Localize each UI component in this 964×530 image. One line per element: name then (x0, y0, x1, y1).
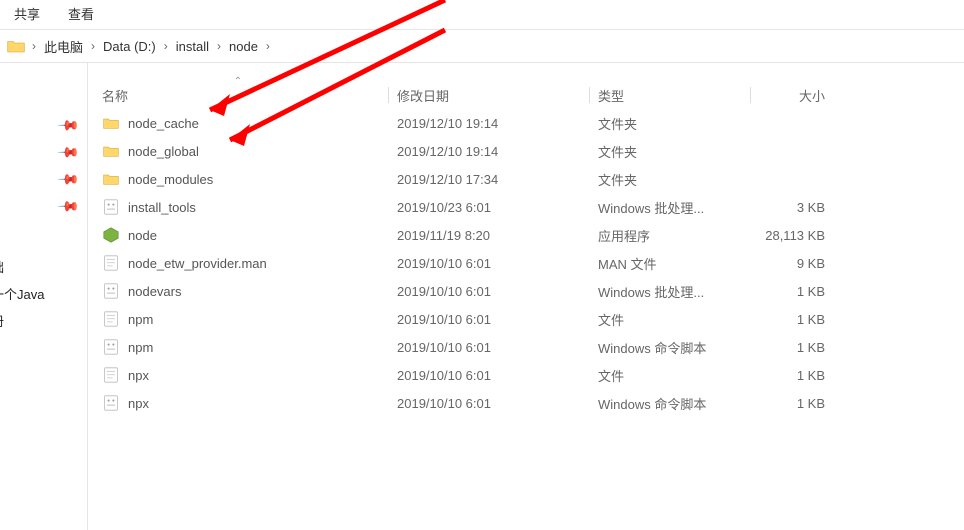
file-name: npx (128, 368, 149, 383)
column-date[interactable]: 修改日期 (389, 86, 589, 105)
folder-icon (102, 170, 120, 188)
file-name: node_modules (128, 172, 213, 187)
pin-icon[interactable]: 📌 (56, 113, 80, 137)
file-name: install_tools (128, 200, 196, 215)
file-name: node_etw_provider.man (128, 256, 267, 271)
file-date: 2019/10/10 6:01 (389, 368, 589, 383)
exe-icon (102, 226, 120, 244)
pin-icon[interactable]: 📌 (56, 140, 80, 164)
file-size: 1 KB (751, 396, 851, 411)
chevron-right-icon[interactable]: › (28, 39, 40, 53)
bat-icon (102, 282, 120, 300)
file-row[interactable]: install_tools 2019/10/23 6:01Windows 批处理.… (88, 193, 964, 221)
sidebar-item[interactable]: 期 (0, 334, 44, 361)
tab-share[interactable]: 共享 (14, 4, 40, 23)
file-date: 2019/10/10 6:01 (389, 256, 589, 271)
cmd-icon (102, 394, 120, 412)
column-name-label: 名称 (102, 89, 128, 104)
file-row[interactable]: node_etw_provider.man 2019/10/10 6:01MAN … (88, 249, 964, 277)
file-type: 文件 (590, 310, 750, 329)
crumb-node[interactable]: node (227, 37, 260, 56)
file-type: Windows 命令脚本 (590, 338, 750, 357)
file-type: Windows 命令脚本 (590, 394, 750, 413)
file-name: node_global (128, 144, 199, 159)
ribbon-tabs: 共享 查看 (0, 0, 964, 29)
file-date: 2019/10/10 6:01 (389, 284, 589, 299)
column-size[interactable]: 大小 (751, 86, 851, 105)
file-date: 2019/10/10 6:01 (389, 312, 589, 327)
folder-icon (102, 114, 120, 132)
file-name: npx (128, 396, 149, 411)
cmd-icon (102, 338, 120, 356)
folder-nav-icon (6, 37, 26, 55)
file-icon (102, 254, 120, 272)
file-size: 1 KB (751, 312, 851, 327)
file-row[interactable]: npm 2019/10/10 6:01文件1 KB (88, 305, 964, 333)
crumb-drive[interactable]: Data (D:) (101, 37, 158, 56)
file-row[interactable]: npm 2019/10/10 6:01Windows 命令脚本1 KB (88, 333, 964, 361)
navigation-pane[interactable]: 📌 📌 📌 📌 基础 第一个Java 主册 期 (0, 63, 88, 530)
file-type: MAN 文件 (590, 254, 750, 273)
file-date: 2019/10/10 6:01 (389, 340, 589, 355)
file-size: 28,113 KB (751, 228, 851, 243)
pin-icon[interactable]: 📌 (56, 194, 80, 218)
file-list-panel: ⌃ 名称 修改日期 类型 大小 node_cache 2019/12/10 19:… (88, 63, 964, 530)
file-name: npm (128, 340, 153, 355)
file-row[interactable]: npx 2019/10/10 6:01文件1 KB (88, 361, 964, 389)
tab-view[interactable]: 查看 (68, 4, 94, 23)
file-size: 9 KB (751, 256, 851, 271)
file-date: 2019/10/10 6:01 (389, 396, 589, 411)
file-type: Windows 批处理... (590, 198, 750, 217)
file-size: 3 KB (751, 200, 851, 215)
file-type: 应用程序 (590, 226, 750, 245)
quick-access-pins: 📌 📌 📌 📌 (0, 75, 87, 215)
file-name: nodevars (128, 284, 181, 299)
file-size: 1 KB (751, 284, 851, 299)
file-row[interactable]: node_cache 2019/12/10 19:14文件夹 (88, 109, 964, 137)
crumb-this-pc[interactable]: 此电脑 (42, 35, 85, 58)
chevron-right-icon[interactable]: › (87, 39, 99, 53)
file-name: node (128, 228, 157, 243)
bat-icon (102, 198, 120, 216)
chevron-right-icon[interactable]: › (160, 39, 172, 53)
file-row[interactable]: node_modules 2019/12/10 17:34文件夹 (88, 165, 964, 193)
file-size: 1 KB (751, 368, 851, 383)
crumb-install[interactable]: install (174, 37, 211, 56)
column-type[interactable]: 类型 (590, 86, 750, 105)
file-name: node_cache (128, 116, 199, 131)
sidebar-item[interactable]: 主册 (0, 307, 44, 334)
file-type: 文件夹 (590, 142, 750, 161)
sidebar-item[interactable]: 基础 (0, 253, 44, 280)
sidebar-items: 基础 第一个Java 主册 期 (0, 253, 44, 361)
file-name: npm (128, 312, 153, 327)
file-date: 2019/12/10 19:14 (389, 116, 589, 131)
chevron-right-icon[interactable]: › (262, 39, 274, 53)
folder-icon (102, 142, 120, 160)
file-date: 2019/12/10 17:34 (389, 172, 589, 187)
columns-header: ⌃ 名称 修改日期 类型 大小 (88, 81, 964, 109)
file-icon (102, 310, 120, 328)
file-type: Windows 批处理... (590, 282, 750, 301)
file-row[interactable]: nodevars 2019/10/10 6:01Windows 批处理...1 K… (88, 277, 964, 305)
file-date: 2019/11/19 8:20 (389, 228, 589, 243)
file-size: 1 KB (751, 340, 851, 355)
file-row[interactable]: npx 2019/10/10 6:01Windows 命令脚本1 KB (88, 389, 964, 417)
file-row[interactable]: node_global 2019/12/10 19:14文件夹 (88, 137, 964, 165)
file-type: 文件 (590, 366, 750, 385)
sidebar-item[interactable]: 第一个Java (0, 280, 44, 307)
file-rows: node_cache2019/12/10 19:14文件夹node_global… (88, 109, 964, 417)
file-type: 文件夹 (590, 170, 750, 189)
pin-icon[interactable]: 📌 (56, 167, 80, 191)
chevron-right-icon[interactable]: › (213, 39, 225, 53)
file-type: 文件夹 (590, 114, 750, 133)
sort-indicator-icon: ⌃ (234, 76, 242, 87)
column-name[interactable]: ⌃ 名称 (88, 86, 388, 105)
file-date: 2019/10/23 6:01 (389, 200, 589, 215)
address-bar[interactable]: › 此电脑 › Data (D:) › install › node › (0, 29, 964, 63)
file-date: 2019/12/10 19:14 (389, 144, 589, 159)
file-row[interactable]: node 2019/11/19 8:20应用程序28,113 KB (88, 221, 964, 249)
file-icon (102, 366, 120, 384)
